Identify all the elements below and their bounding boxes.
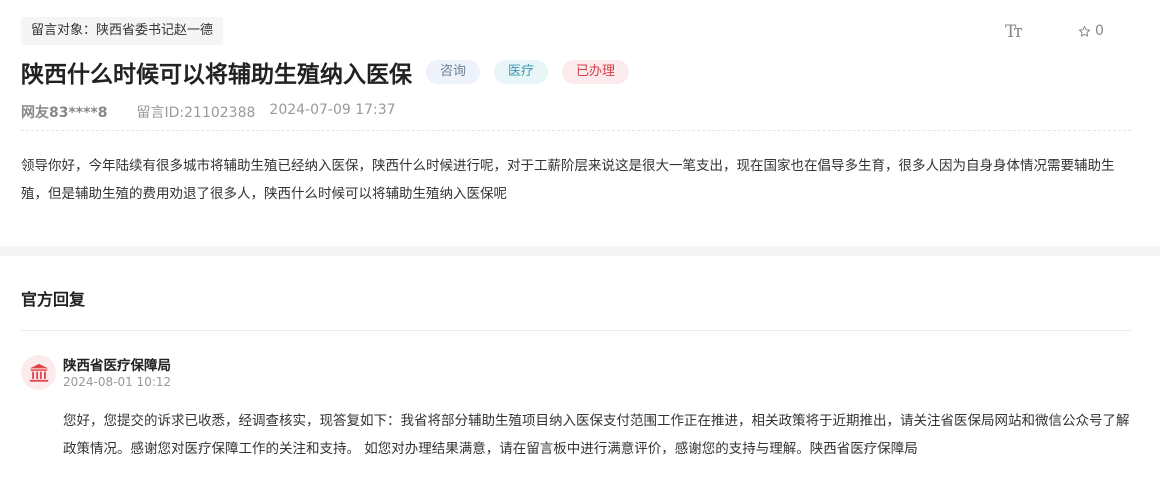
message-content: 领导你好，今年陆续有很多城市将辅助生殖已经纳入医保，陕西什么时候进行呢，对于工薪…	[21, 158, 1115, 202]
reply-content: 您好，您提交的诉求已收悉，经调查核实，现答复如下：我省将部分辅助生殖项目纳入医保…	[63, 413, 1130, 457]
status-badge: 已办理	[562, 60, 630, 84]
reply-date: 2024-08-01 10:12	[63, 375, 172, 389]
font-size-icon[interactable]: Tт	[1005, 22, 1023, 42]
divider	[21, 130, 1131, 131]
title-row: 陕西什么时候可以将辅助生殖纳入医保 咨询 医疗 已办理	[21, 56, 630, 88]
message-id: 留言ID:21102388	[136, 105, 256, 121]
category-tag-consult: 咨询	[426, 60, 481, 84]
favorite-button[interactable]: 0	[1078, 23, 1104, 39]
government-building-icon	[29, 363, 48, 382]
avatar	[21, 355, 56, 390]
message-datetime: 2024-07-09 17:37	[269, 102, 396, 118]
message-target-label: 留言对象：陕西省委书记赵一德	[21, 17, 224, 45]
page-title: 陕西什么时候可以将辅助生殖纳入医保	[21, 62, 412, 88]
message-meta: 网友83****8 留言ID:21102388 2024-07-09 17:37	[21, 102, 396, 122]
author-name: 网友83****8	[21, 105, 108, 121]
reply-org-name: 陕西省医疗保障局	[63, 358, 171, 374]
section-separator	[0, 246, 1160, 256]
favorite-count: 0	[1095, 23, 1104, 39]
official-reply-heading: 官方回复	[21, 290, 86, 309]
category-tag-medical: 医疗	[494, 60, 549, 84]
divider	[21, 330, 1131, 331]
toolbar: Tт 0	[960, 22, 1160, 42]
star-icon	[1078, 25, 1091, 37]
